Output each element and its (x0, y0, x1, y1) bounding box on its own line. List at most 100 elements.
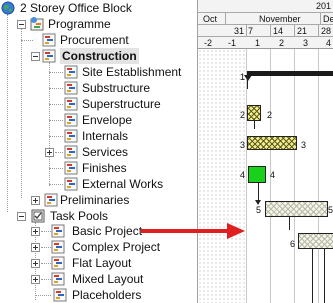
non-working-shading (198, 49, 246, 303)
task-number: 4 (240, 170, 246, 180)
tree-item-label: Preliminaries (60, 193, 130, 207)
tree-item-label: External Works (82, 177, 164, 191)
tree-item-placeholders[interactable]: Placeholders (0, 287, 197, 303)
gantt-doc-icon (51, 256, 65, 270)
task-number: 3 (301, 140, 307, 150)
tree-item-label: Construction (60, 48, 139, 64)
tree-item-label: Internals (82, 129, 129, 143)
timescale-header: 201 Oct November Dec 31 7 14 21 28 -2 -1… (198, 0, 333, 49)
expand-toggle[interactable] (31, 243, 40, 252)
tree-item-label: Substructure (82, 81, 151, 95)
tree-item-label: Programme (48, 17, 111, 31)
tree-item-finishes[interactable]: Finishes (0, 160, 197, 176)
expand-toggle[interactable] (31, 275, 40, 284)
task-number: 5 (328, 205, 333, 215)
grid-line (294, 49, 295, 303)
tree-item-label: Complex Project (72, 240, 161, 254)
tree-item-complex-project[interactable]: Complex Project (0, 239, 197, 255)
gantt-doc-icon (42, 33, 56, 47)
dependency-link (312, 249, 313, 303)
expand-toggle[interactable] (45, 148, 54, 157)
project-tree: 2 Storey Office Block Programme Procurem… (0, 0, 197, 303)
tree-item-construction[interactable]: Construction (0, 48, 197, 64)
gantt-doc-icon (64, 65, 78, 79)
task-bar[interactable] (265, 201, 328, 217)
tree-item-task-pools[interactable]: Task Pools (0, 208, 197, 224)
gantt-doc-icon (51, 272, 65, 286)
tree-item-mixed-layout[interactable]: Mixed Layout (0, 271, 197, 287)
gantt-grid[interactable]: 1 2 2 3 3 4 4 5 5 6 (198, 49, 333, 303)
timescale-year: 201 (316, 1, 332, 11)
header-divider (246, 24, 247, 36)
task-number: 2 (240, 110, 246, 120)
task-bar[interactable] (248, 166, 266, 183)
summary-bar-cap (244, 75, 252, 81)
tree-item-label: Superstructure (82, 97, 161, 111)
task-bar[interactable] (247, 136, 297, 150)
summary-bar[interactable] (247, 71, 333, 76)
timescale-offset: 2 (279, 38, 285, 48)
tree-item-programme[interactable]: Programme (0, 16, 197, 32)
tree-item-label: Flat Layout (72, 256, 132, 270)
tree-item-label: Envelope (82, 113, 133, 127)
timescale-offset: 1 (255, 38, 261, 48)
gantt-doc-icon (42, 49, 56, 63)
gantt-doc-icon (64, 113, 78, 127)
dependency-link (254, 121, 255, 129)
header-divider (320, 12, 321, 24)
tree-item-services[interactable]: Services (0, 144, 197, 160)
header-divider (318, 24, 319, 36)
task-number: 3 (240, 140, 246, 150)
gantt-doc-icon (64, 129, 78, 143)
timescale-offset: 4 (326, 38, 332, 48)
tree-item-substructure[interactable]: Substructure (0, 80, 197, 96)
annotation-arrow-icon (141, 223, 245, 239)
task-bar[interactable] (247, 105, 261, 121)
collapse-toggle[interactable] (31, 52, 40, 61)
grid-line (318, 49, 319, 303)
tree-item-label: Procurement (60, 33, 129, 47)
dependency-link (289, 217, 290, 230)
tree-item-label: 2 Storey Office Block (20, 1, 132, 15)
expand-toggle[interactable] (31, 227, 40, 236)
tree-item-flat-layout[interactable]: Flat Layout (0, 255, 197, 271)
task-number: 6 (290, 239, 296, 249)
collapse-toggle[interactable] (17, 20, 26, 29)
gantt-chart-panel[interactable]: 201 Oct November Dec 31 7 14 21 28 -2 -1… (197, 0, 333, 303)
expand-toggle[interactable] (31, 196, 40, 205)
tree-item-label: Site Establishment (82, 65, 182, 79)
tree-item-internals[interactable]: Internals (0, 128, 197, 144)
task-number: 4 (270, 170, 276, 180)
tree-item-envelope[interactable]: Envelope (0, 112, 197, 128)
header-divider (198, 24, 333, 25)
gantt-doc-icon (64, 161, 78, 175)
tree-item-label: Finishes (82, 161, 127, 175)
task-number: 2 (267, 110, 273, 120)
dependency-link (247, 75, 248, 89)
tree-item-procurement[interactable]: Procurement (0, 32, 197, 48)
tree-item-root[interactable]: 2 Storey Office Block (0, 0, 197, 16)
gantt-doc-icon (64, 177, 78, 191)
gantt-doc-icon (51, 240, 65, 254)
gantt-doc-icon (53, 288, 67, 302)
tree-item-label: Basic Project (72, 224, 143, 238)
task-bar[interactable] (298, 233, 333, 249)
gantt-doc-icon (44, 193, 58, 207)
programme-icon (30, 17, 44, 31)
tree-item-label: Task Pools (50, 209, 109, 223)
timescale-offset: -1 (228, 38, 237, 48)
expand-toggle[interactable] (31, 259, 40, 268)
tree-item-preliminaries[interactable]: Preliminaries (0, 192, 197, 208)
dependency-link (324, 249, 325, 303)
task-pool-icon (31, 209, 45, 223)
gantt-doc-icon (64, 97, 78, 111)
collapse-toggle[interactable] (17, 212, 26, 221)
tree-item-label: Mixed Layout (72, 272, 144, 286)
tree-item-label: Services (82, 145, 129, 159)
tree-item-site-establishment[interactable]: Site Establishment (0, 64, 197, 80)
gantt-doc-icon (64, 81, 78, 95)
header-divider (198, 36, 333, 37)
tree-item-external-works[interactable]: External Works (0, 176, 197, 192)
header-divider (225, 12, 226, 24)
tree-item-superstructure[interactable]: Superstructure (0, 96, 197, 112)
